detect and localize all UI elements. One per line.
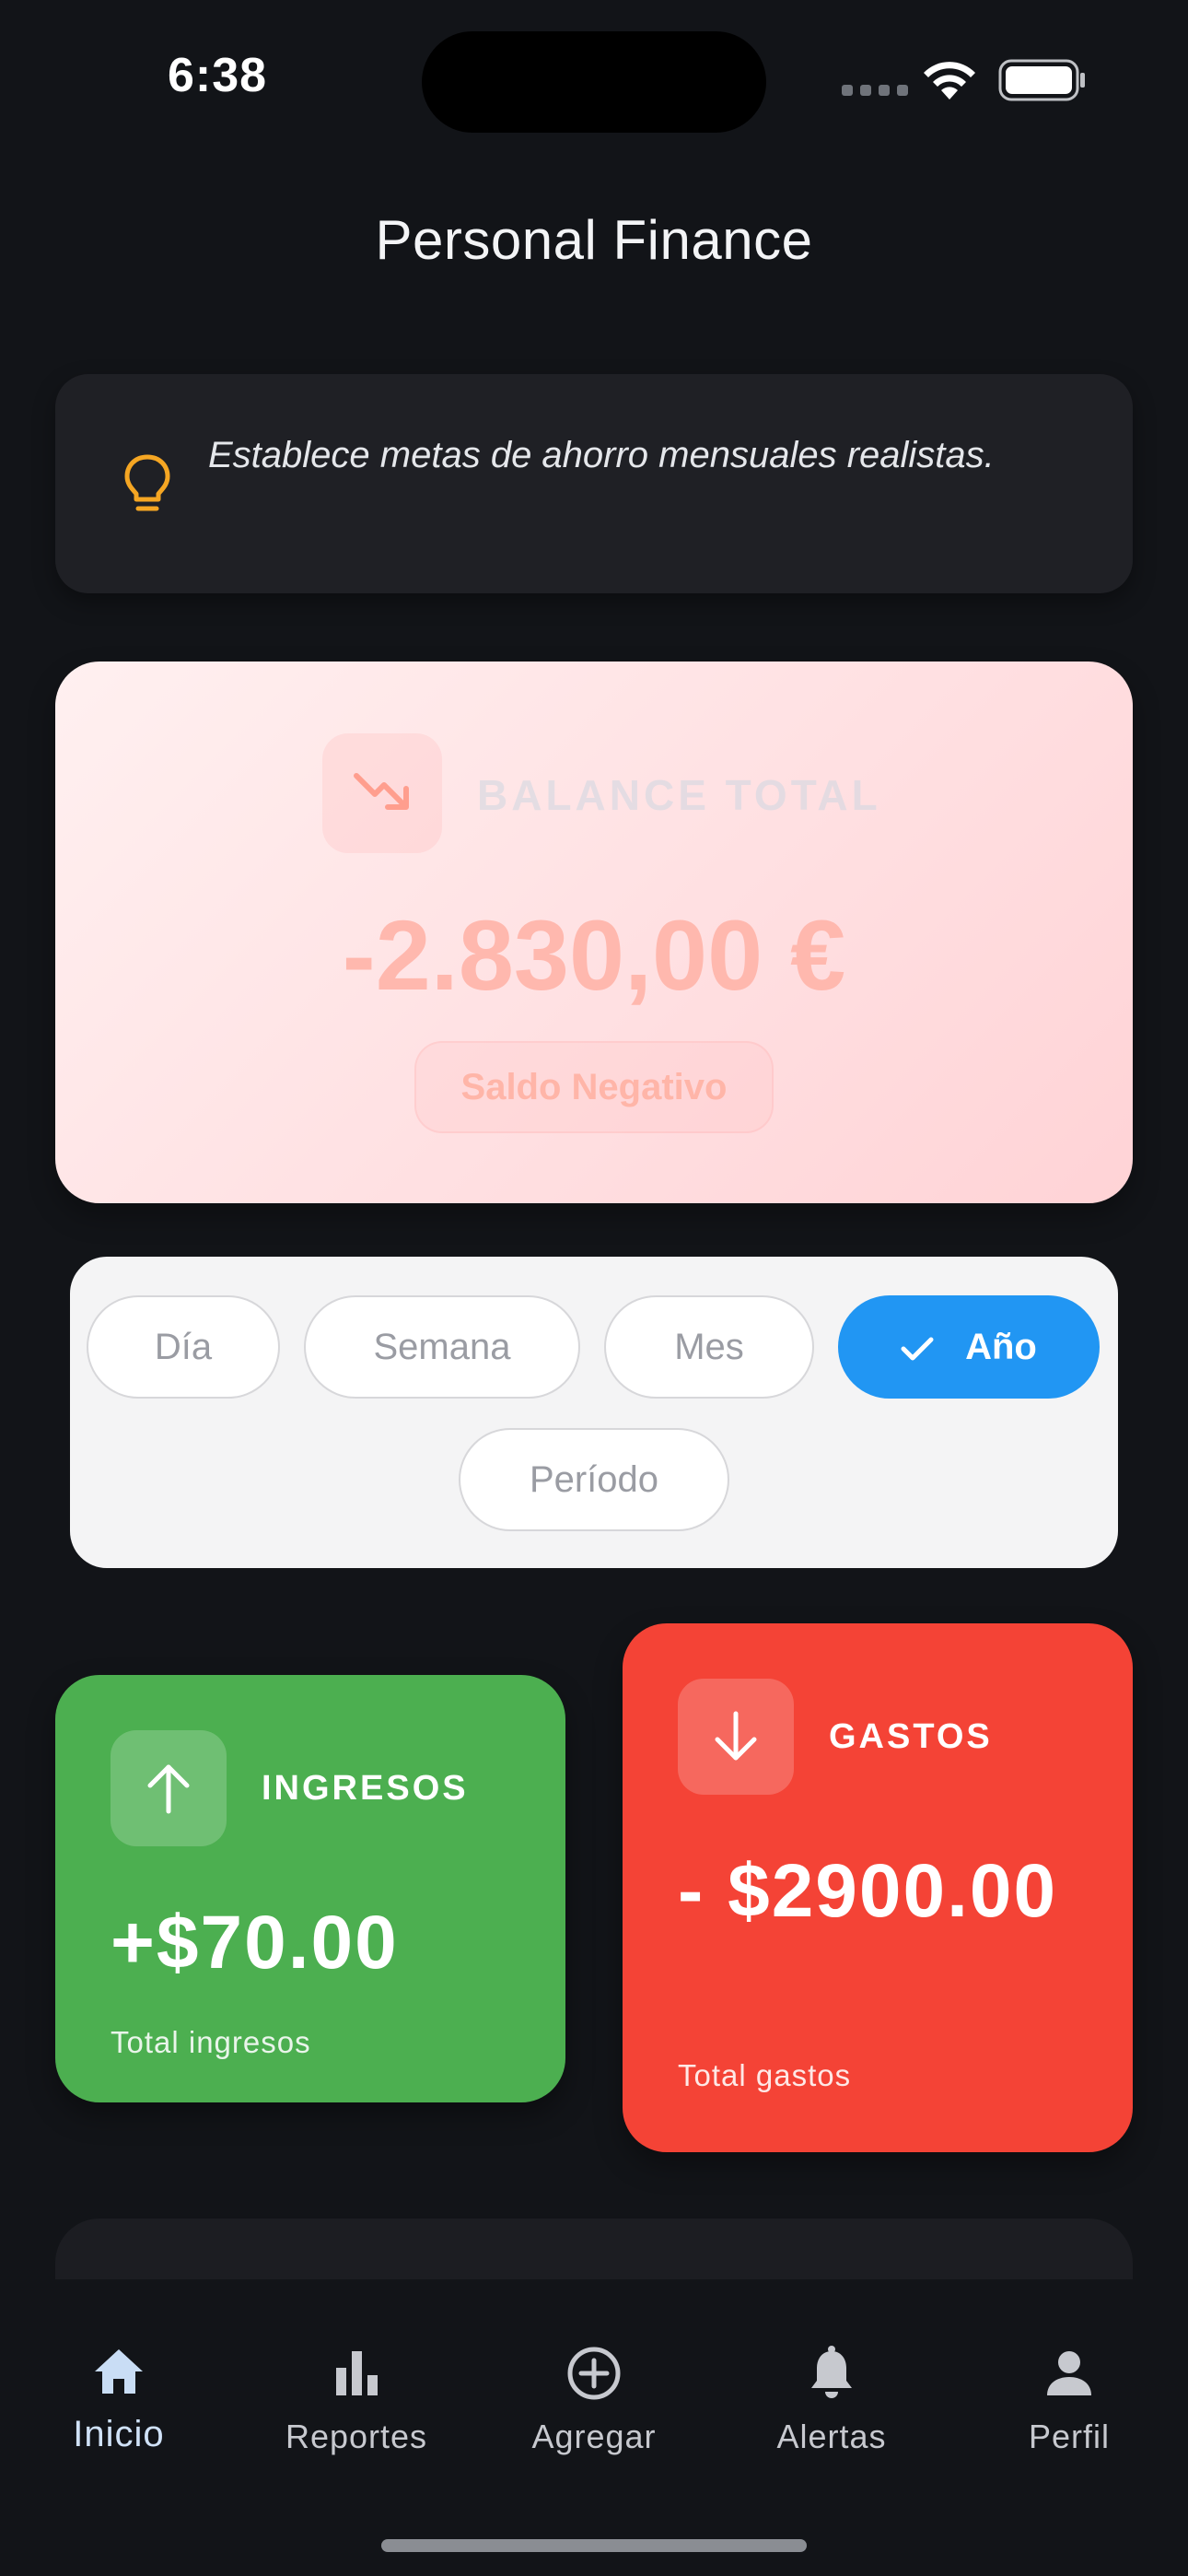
expense-card[interactable]: GASTOS - $2900.00 Total gastos: [623, 1623, 1133, 2152]
home-indicator[interactable]: [381, 2539, 807, 2552]
bottom-navigation: Inicio Reportes Agregar Alertas Perfil: [0, 2279, 1188, 2576]
app-screen: 6:38 Personal Finance Establece metas de…: [0, 0, 1188, 2576]
period-chip-mes[interactable]: Mes: [604, 1295, 814, 1399]
balance-icon-container: [322, 733, 442, 853]
battery-icon: [998, 59, 1085, 101]
check-icon: [901, 1337, 934, 1361]
person-icon: [1047, 2351, 1091, 2395]
bar-chart-icon: [336, 2351, 378, 2395]
period-selector: Día Semana Mes Año Período: [70, 1257, 1118, 1568]
income-label: INGRESOS: [262, 1769, 469, 1808]
income-subtitle: Total ingresos: [111, 2025, 311, 2059]
tip-card: Establece metas de ahorro mensuales real…: [55, 374, 1133, 593]
period-chip-label: Año: [965, 1327, 1037, 1367]
nav-label-reportes: Reportes: [285, 2418, 428, 2455]
nav-label-perfil: Perfil: [1028, 2418, 1111, 2455]
nav-item-agregar[interactable]: Agregar: [475, 2279, 713, 2482]
status-time: 6:38: [168, 49, 268, 102]
expense-label: GASTOS: [829, 1717, 993, 1756]
expense-subtitle: Total gastos: [678, 2058, 852, 2092]
nav-label-agregar: Agregar: [531, 2418, 657, 2455]
period-chip-semana[interactable]: Semana: [304, 1295, 580, 1399]
lightbulb-icon: [124, 454, 170, 511]
arrow-up-icon: [147, 1764, 190, 1814]
period-chip-label: Período: [529, 1459, 659, 1500]
trending-down-icon: [354, 773, 409, 810]
income-card[interactable]: INGRESOS +$70.00 Total ingresos: [55, 1675, 565, 2102]
balance-status-badge: Saldo Negativo: [414, 1041, 774, 1133]
income-icon-container: [111, 1730, 227, 1846]
dynamic-island: [422, 31, 766, 133]
bell-icon: [811, 2346, 852, 2398]
period-chip-periodo[interactable]: Período: [459, 1428, 729, 1531]
period-chip-ano[interactable]: Año: [838, 1295, 1100, 1399]
income-amount: +$70.00: [111, 1901, 399, 1985]
nav-item-inicio[interactable]: Inicio: [0, 2279, 238, 2482]
balance-amount: -2.830,00 €: [342, 899, 846, 1011]
wifi-icon: [924, 62, 975, 100]
period-chip-label: Día: [154, 1327, 213, 1367]
page-title: Personal Finance: [375, 209, 813, 271]
nav-item-reportes[interactable]: Reportes: [238, 2279, 475, 2482]
expense-icon-container: [678, 1679, 794, 1795]
balance-label: BALANCE TOTAL: [477, 771, 881, 819]
balance-card[interactable]: BALANCE TOTAL -2.830,00 € Saldo Negativo: [55, 662, 1133, 1203]
add-circle-icon: [567, 2347, 621, 2400]
period-chip-label: Mes: [674, 1327, 744, 1367]
arrow-down-icon: [715, 1711, 757, 1761]
tip-text: Establece metas de ahorro mensuales real…: [208, 435, 995, 475]
cellular-signal-icon: [842, 85, 908, 96]
nav-item-perfil[interactable]: Perfil: [950, 2279, 1188, 2482]
period-chip-label: Semana: [373, 1327, 511, 1367]
period-chip-dia[interactable]: Día: [87, 1295, 280, 1399]
nav-label-inicio: Inicio: [73, 2414, 165, 2454]
home-icon: [95, 2349, 143, 2394]
expense-amount: - $2900.00: [678, 1849, 1058, 1933]
nav-label-alertas: Alertas: [776, 2418, 887, 2455]
nav-item-alertas[interactable]: Alertas: [713, 2279, 950, 2482]
